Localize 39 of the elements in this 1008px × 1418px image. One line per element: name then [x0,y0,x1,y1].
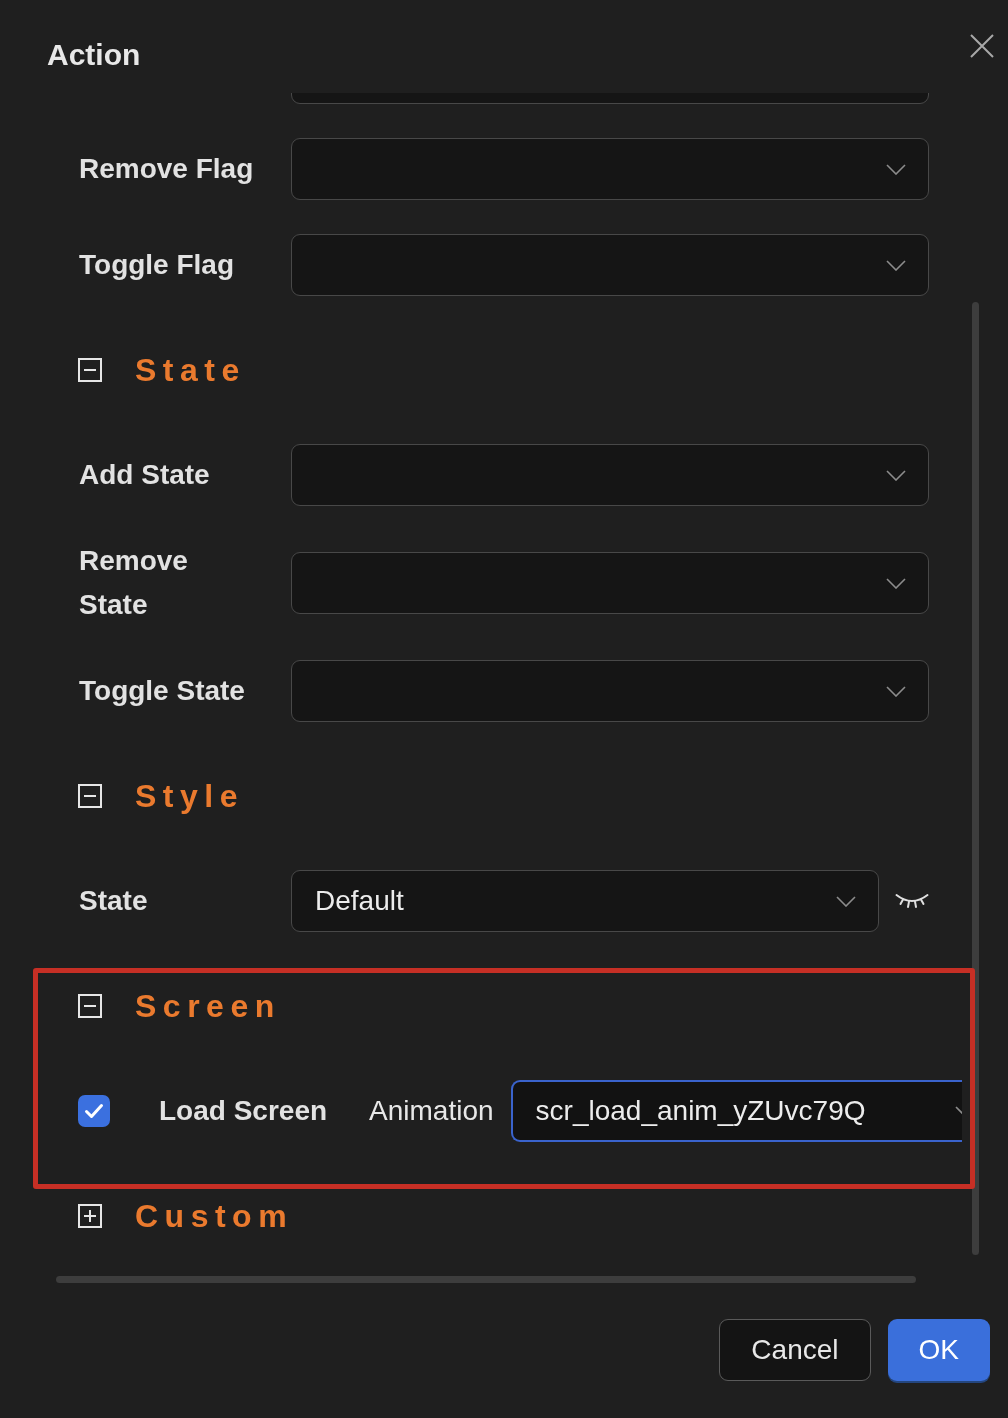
dialog-title: Action [47,37,141,73]
field-label: Toggle State [79,675,245,706]
field-label: Remove Flag [79,153,254,184]
section-title: Screen [135,987,281,1025]
section-title: Style [135,777,244,815]
section-title: Custom [135,1197,294,1235]
field-label: Animation [369,1095,494,1127]
dropdown-field[interactable]: scr_load_anim_yZUvc79Q [510,1080,962,1142]
checkbox[interactable] [78,1095,110,1127]
collapse-icon[interactable] [78,994,102,1018]
dropdown-field[interactable] [291,234,929,296]
dropdown-field[interactable] [291,660,929,722]
field-label: Add State [79,459,210,490]
dropdown-field[interactable]: Default [291,870,879,932]
closed-eye-icon[interactable] [895,892,929,910]
cancel-button[interactable]: Cancel [719,1319,871,1381]
field-label: Toggle Flag [79,249,235,280]
collapse-icon[interactable] [78,358,102,382]
section-title: State [135,351,246,389]
caret-icon [836,895,856,907]
dropdown-field[interactable] [291,138,929,200]
caret-icon [886,259,906,271]
field-label: Remove State [79,545,188,620]
caret-icon [955,1105,962,1117]
close-button[interactable] [970,34,994,58]
dropdown-field[interactable] [291,444,929,506]
caret-icon [886,163,906,175]
scrollbar-thumb[interactable] [56,1276,916,1283]
checkbox-label: Load Screen [159,1095,328,1127]
expand-icon[interactable] [78,1204,102,1228]
caret-icon [886,469,906,481]
caret-icon [886,685,906,697]
scrollbar-thumb[interactable] [972,302,979,1255]
dropdown-field[interactable] [291,552,929,614]
field-label: State [79,885,148,916]
ok-button[interactable]: OK [887,1319,990,1381]
collapse-icon[interactable] [78,784,102,808]
caret-icon [886,577,906,589]
close-icon [970,34,994,58]
